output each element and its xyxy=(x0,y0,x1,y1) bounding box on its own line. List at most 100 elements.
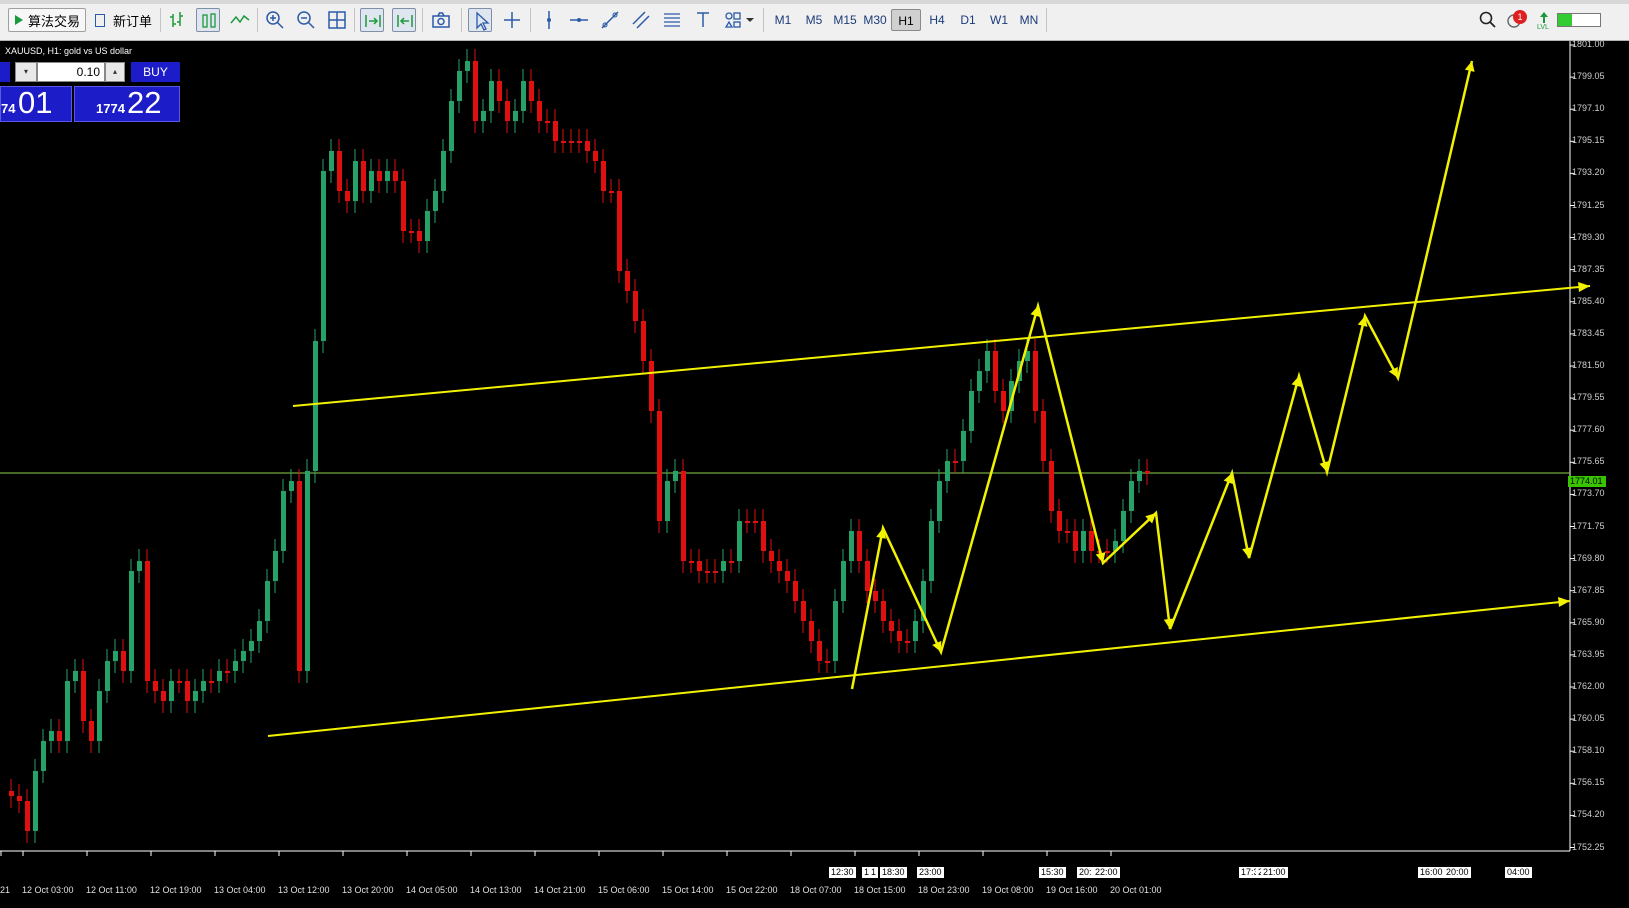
chevron-down-icon[interactable] xyxy=(744,8,756,32)
candle-body xyxy=(177,681,182,683)
timeframe-w1[interactable]: W1 xyxy=(984,9,1014,31)
candle-body xyxy=(673,471,678,481)
candle-body xyxy=(89,721,94,741)
upper-trend-line xyxy=(292,285,1591,407)
timeframe-m1[interactable]: M1 xyxy=(768,9,798,31)
time-label: 12 Oct 19:00 xyxy=(150,885,202,895)
timeframe-m15[interactable]: M15 xyxy=(830,9,860,31)
trend-line-icon[interactable] xyxy=(598,8,622,32)
candle-body xyxy=(1121,511,1126,541)
candle-body xyxy=(113,651,118,661)
channel-icon[interactable] xyxy=(629,8,653,32)
candle-body xyxy=(361,161,366,191)
timeframe-d1[interactable]: D1 xyxy=(953,9,983,31)
timeframe-m5[interactable]: M5 xyxy=(799,9,829,31)
candle-body xyxy=(433,191,438,211)
candle-body xyxy=(497,81,502,101)
candle-body xyxy=(865,561,870,591)
fibonacci-icon[interactable] xyxy=(660,8,684,32)
auto-scroll-icon[interactable] xyxy=(360,8,384,32)
timeframe-h4[interactable]: H4 xyxy=(922,9,952,31)
timeframe-h1[interactable]: H1 xyxy=(891,9,921,31)
lot-size-input[interactable]: 0.10 xyxy=(37,62,105,82)
drawing-time-label: 15:30 xyxy=(1039,867,1066,878)
drawing-time-label: 20: xyxy=(1077,867,1094,878)
candle-body xyxy=(553,121,558,141)
candle-body xyxy=(809,621,814,641)
drawing-time-label: 12:30 xyxy=(829,867,856,878)
lot-increase-button[interactable]: ▴ xyxy=(105,62,125,82)
chart-canvas[interactable] xyxy=(0,41,1629,908)
candle-body xyxy=(377,171,382,181)
time-label: 12 Oct 03:00 xyxy=(22,885,74,895)
sell-button-top[interactable] xyxy=(0,62,10,82)
candle-body xyxy=(561,141,566,143)
notifications-icon[interactable]: 1 xyxy=(1505,8,1529,32)
text-tool-icon[interactable] xyxy=(691,8,715,32)
buy-price-box[interactable]: 1774 22 xyxy=(74,85,180,122)
cursor-icon[interactable] xyxy=(468,8,492,32)
search-icon[interactable] xyxy=(1476,8,1500,32)
price-chart[interactable]: XAUUSD, H1: gold vs US dollar ▾ 0.10 ▴ B… xyxy=(0,39,1629,908)
price-label: 1762.00 xyxy=(1572,681,1605,691)
candle-body xyxy=(849,531,854,561)
time-label: 18 Oct 07:00 xyxy=(790,885,842,895)
time-label: 13 Oct 04:00 xyxy=(214,885,266,895)
timeframe-m30[interactable]: M30 xyxy=(860,9,890,31)
candle-body xyxy=(161,691,166,701)
price-label: 1763.95 xyxy=(1572,648,1605,659)
candle-body xyxy=(609,191,614,193)
buy-button[interactable]: BUY xyxy=(131,62,180,82)
shapes-icon[interactable] xyxy=(721,8,745,32)
candle-body xyxy=(961,431,966,461)
toolbar-separator xyxy=(354,8,355,32)
vertical-line-icon[interactable] xyxy=(537,8,561,32)
candle-body xyxy=(825,661,830,663)
crosshair-icon[interactable] xyxy=(500,8,524,32)
candle-body xyxy=(1041,411,1046,461)
candle-body xyxy=(1073,531,1078,551)
chart-shift-icon[interactable] xyxy=(392,8,416,32)
lot-decrease-button[interactable]: ▾ xyxy=(15,62,37,82)
candle-body xyxy=(697,561,702,571)
algo-trading-button[interactable]: 算法交易 xyxy=(8,8,86,32)
candle-body xyxy=(665,481,670,521)
candle-body xyxy=(201,681,206,691)
zoom-out-icon[interactable] xyxy=(294,8,318,32)
candle-body xyxy=(193,691,198,701)
candle-body xyxy=(1137,471,1142,481)
timeframe-mn[interactable]: MN xyxy=(1014,9,1044,31)
candle-body xyxy=(729,561,734,563)
drawing-time-label: 1 xyxy=(869,867,879,878)
new-order-icon xyxy=(95,13,105,27)
candle-body xyxy=(129,571,134,671)
candle-body xyxy=(425,211,430,241)
candle-body xyxy=(969,391,974,431)
time-label: 19 Oct 08:00 xyxy=(982,885,1034,895)
candle-body xyxy=(33,771,38,831)
bar-chart-icon[interactable] xyxy=(166,8,190,32)
line-chart-icon[interactable] xyxy=(228,8,252,32)
drawing-time-label: 23:00 xyxy=(917,867,944,878)
time-label: 20 Oct 01:00 xyxy=(1110,885,1162,895)
price-label: 1781.50 xyxy=(1572,360,1605,370)
play-icon xyxy=(15,15,23,25)
sell-price-box[interactable]: 74 01 xyxy=(0,85,72,122)
horizontal-line-icon[interactable] xyxy=(567,8,591,32)
screenshot-icon[interactable] xyxy=(429,8,453,32)
candle-body xyxy=(793,581,798,601)
candlestick-chart-icon[interactable] xyxy=(196,8,220,32)
new-order-button[interactable]: 新订单 xyxy=(91,8,155,32)
signal-icon[interactable]: LVL xyxy=(1535,8,1553,32)
grid-icon[interactable] xyxy=(325,8,349,32)
candle-body xyxy=(121,651,126,671)
candle-body xyxy=(457,71,462,101)
candle-body xyxy=(705,571,710,573)
zoom-in-icon[interactable] xyxy=(263,8,287,32)
candle-body xyxy=(777,561,782,571)
toolbar-top-strip xyxy=(0,0,1629,4)
candle-body xyxy=(745,521,750,523)
drawing-time-label: 16:00 xyxy=(1418,867,1445,878)
drawing-time-label: 04:00 xyxy=(1505,867,1532,878)
candle-body xyxy=(537,101,542,121)
